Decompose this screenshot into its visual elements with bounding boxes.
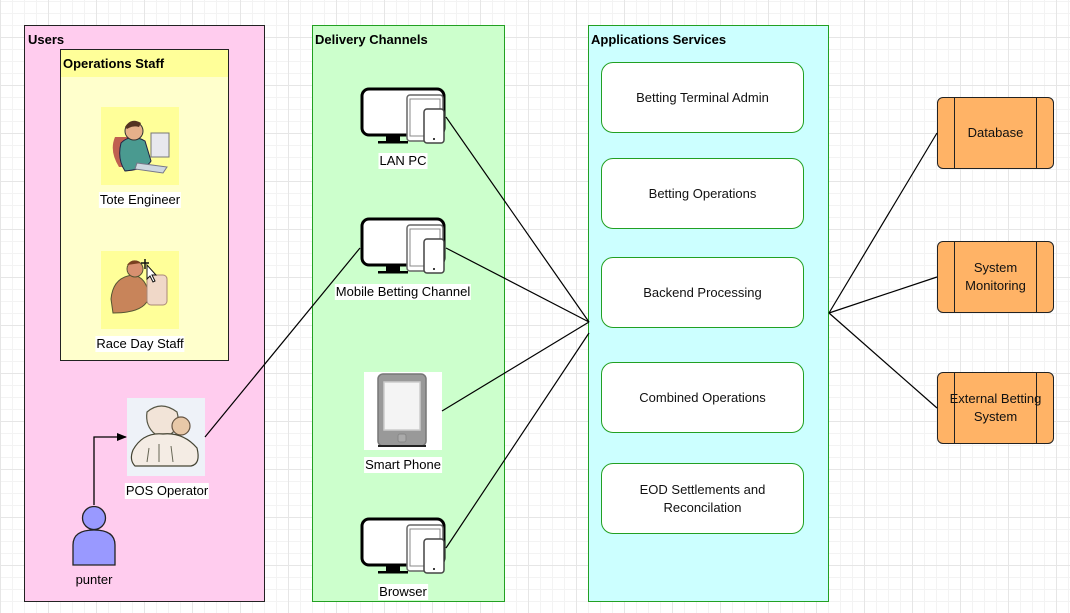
external-label: External Betting System (949, 391, 1042, 424)
connectors (93, 116, 938, 549)
connector-services-database[interactable] (828, 132, 938, 314)
connector-lan-pc-services[interactable] (445, 116, 590, 323)
connector-services-monitoring[interactable] (828, 276, 938, 314)
external-label: Database (967, 125, 1024, 140)
connector-mobile-services[interactable] (445, 247, 590, 323)
connector-services-external-betting[interactable] (828, 312, 938, 409)
external-label: System Monitoring (965, 260, 1026, 293)
connector-punter-pos-operator[interactable] (93, 433, 127, 505)
connector-pos-operator-mobile[interactable] (204, 247, 361, 438)
